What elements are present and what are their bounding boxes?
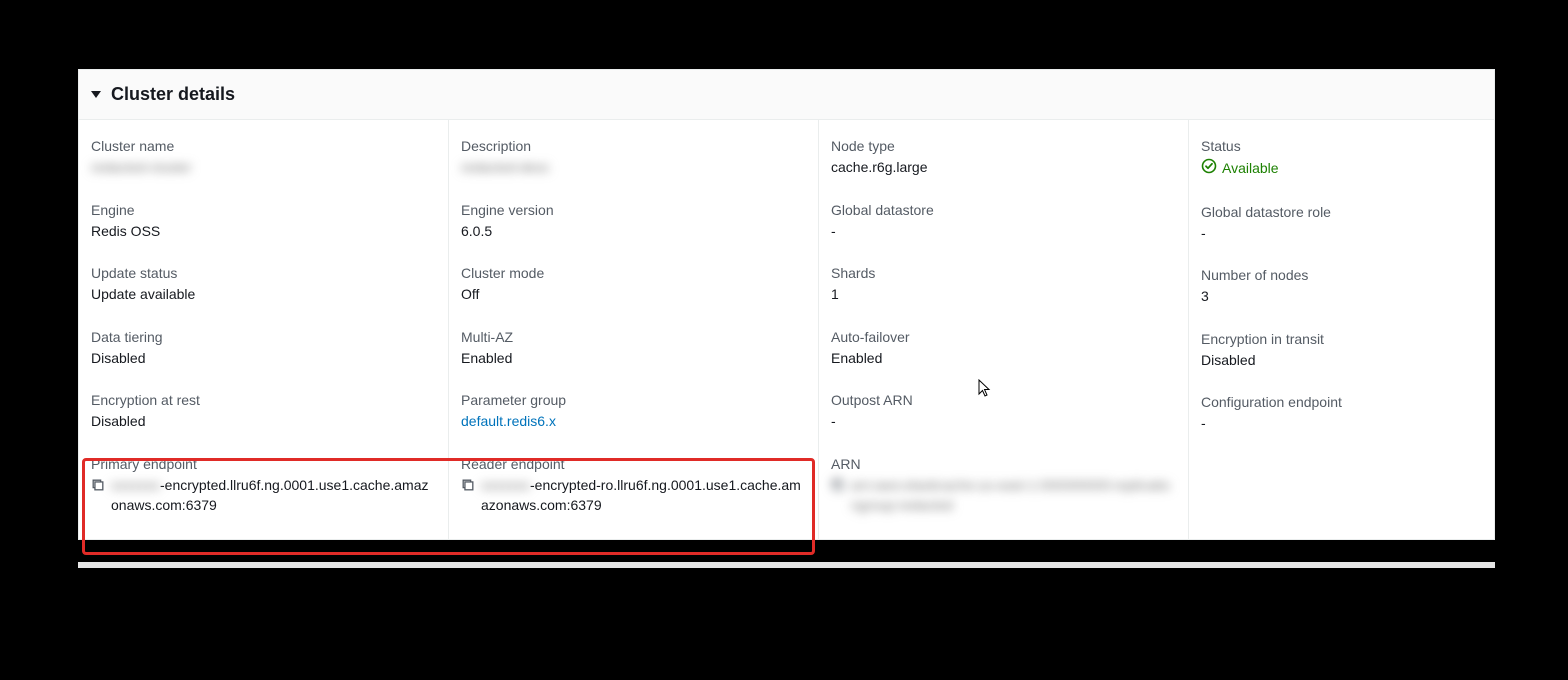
cluster-details-panel: Cluster details Cluster name redacted-cl… [78,69,1495,540]
config-endpoint-label: Configuration endpoint [1201,394,1482,410]
update-status-value: Update available [91,285,436,305]
panel-bottom-strip [78,562,1495,568]
node-type-value: cache.r6g.large [831,158,1176,178]
outpost-arn-value: - [831,412,1176,432]
panel-header: Cluster details [79,70,1494,120]
engine-label: Engine [91,202,436,218]
data-tiering-label: Data tiering [91,329,436,345]
global-datastore-label: Global datastore [831,202,1176,218]
cluster-name-value: redacted-cluster [91,158,191,178]
update-status-label: Update status [91,265,436,281]
multi-az-label: Multi-AZ [461,329,806,345]
param-group-link[interactable]: default.redis6.x [461,412,806,432]
panel-title: Cluster details [111,84,235,105]
auto-failover-label: Auto-failover [831,329,1176,345]
details-grid: Cluster name redacted-cluster Engine Red… [79,120,1494,539]
copy-icon[interactable] [461,478,475,492]
global-ds-role-label: Global datastore role [1201,204,1482,220]
col-4: Status Available Global datastore role -… [1189,120,1494,539]
shards-label: Shards [831,265,1176,281]
enc-transit-value: Disabled [1201,351,1482,371]
reader-endpoint-value: xxxxxxx-encrypted-ro.llru6f.ng.0001.use1… [481,476,806,515]
check-circle-icon [1201,158,1217,180]
description-value: redacted-desc [461,158,550,178]
description-label: Description [461,138,806,154]
multi-az-value: Enabled [461,349,806,369]
enc-at-rest-label: Encryption at rest [91,392,436,408]
col-2: Description redacted-desc Engine version… [449,120,819,539]
col-1: Cluster name redacted-cluster Engine Red… [79,120,449,539]
num-nodes-value: 3 [1201,287,1482,307]
node-type-label: Node type [831,138,1176,154]
cluster-name-label: Cluster name [91,138,436,154]
copy-icon[interactable] [831,478,845,492]
primary-endpoint-value: xxxxxxx-encrypted.llru6f.ng.0001.use1.ca… [111,476,436,515]
status-label: Status [1201,138,1482,154]
cluster-mode-value: Off [461,285,806,305]
engine-version-value: 6.0.5 [461,222,806,242]
status-value: Available [1201,158,1279,180]
data-tiering-value: Disabled [91,349,436,369]
enc-transit-label: Encryption in transit [1201,331,1482,347]
cluster-mode-label: Cluster mode [461,265,806,281]
global-datastore-value: - [831,222,1176,242]
arn-label: ARN [831,456,1176,472]
param-group-label: Parameter group [461,392,806,408]
shards-value: 1 [831,285,1176,305]
arn-value: arn:aws:elasticache:us-east-1:000000000:… [851,476,1176,515]
engine-version-label: Engine version [461,202,806,218]
copy-icon[interactable] [91,478,105,492]
enc-at-rest-value: Disabled [91,412,436,432]
config-endpoint-value: - [1201,414,1482,434]
reader-endpoint-label: Reader endpoint [461,456,806,472]
global-ds-role-value: - [1201,224,1482,244]
primary-endpoint-label: Primary endpoint [91,456,436,472]
col-3: Node type cache.r6g.large Global datasto… [819,120,1189,539]
collapse-caret-icon[interactable] [91,91,101,98]
outpost-arn-label: Outpost ARN [831,392,1176,408]
engine-value: Redis OSS [91,222,436,242]
num-nodes-label: Number of nodes [1201,267,1482,283]
auto-failover-value: Enabled [831,349,1176,369]
